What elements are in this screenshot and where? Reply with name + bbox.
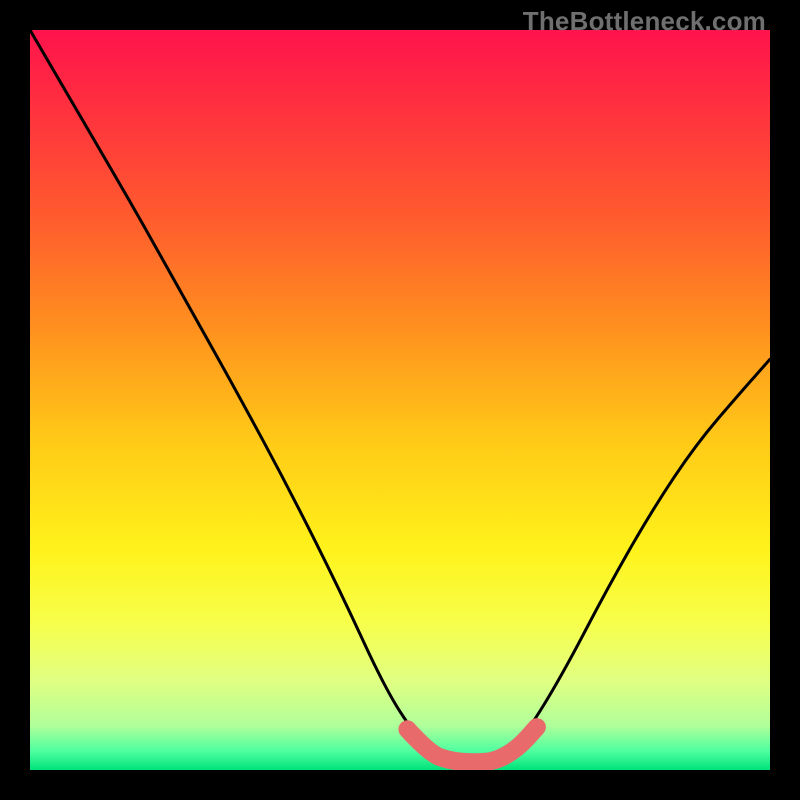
- plot-area: [30, 30, 770, 770]
- chart-frame: { "watermark": "TheBottleneck.com", "col…: [0, 0, 800, 800]
- bottleneck-curve: [30, 30, 770, 762]
- optimal-range-marker: [407, 727, 537, 762]
- curve-layer: [30, 30, 770, 770]
- watermark-text: TheBottleneck.com: [523, 6, 766, 37]
